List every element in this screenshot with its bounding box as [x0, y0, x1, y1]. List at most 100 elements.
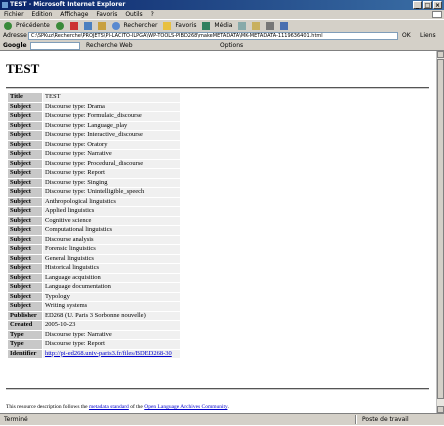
menu-favorites[interactable]: Favoris	[96, 11, 117, 18]
menu-help[interactable]: ?	[151, 11, 154, 18]
metadata-key: Subject	[8, 102, 42, 111]
home-icon[interactable]	[97, 21, 106, 30]
metadata-row: Subject Discourse type: Language_play	[8, 121, 180, 130]
menu-edit[interactable]: Edition	[32, 11, 53, 18]
metadata-key: Subject	[8, 216, 42, 225]
metadata-row: Subject Discourse type: Oratory	[8, 140, 180, 149]
metadata-key: Subject	[8, 207, 42, 216]
minimize-button[interactable]: _	[413, 1, 422, 9]
metadata-value: Discourse type: Language_play	[43, 121, 180, 130]
metadata-value: Applied linguistics	[43, 207, 180, 216]
metadata-key: Subject	[8, 112, 42, 121]
page-content: TEST Title TEST Subject Discourse type: Dra…	[0, 51, 436, 413]
refresh-icon[interactable]	[83, 21, 92, 30]
metadata-key: Subject	[8, 264, 42, 273]
metadata-key: Subject	[8, 235, 42, 244]
metadata-row: Subject Forensic linguistics	[8, 245, 180, 254]
standard-toolbar: Précédente Rechercher Favoris Média	[0, 19, 444, 31]
metadata-value: Discourse type: Narrative	[43, 330, 180, 339]
metadata-key: Subject	[8, 226, 42, 235]
metadata-value: Discourse type: Narrative	[43, 150, 180, 159]
address-input[interactable]: C:\SPKuz\Recherche\PROJETS\PI-LACITO-ILP…	[28, 32, 398, 40]
metadata-key: Subject	[8, 159, 42, 168]
metadata-key: Publisher	[8, 311, 42, 320]
scroll-thumb[interactable]	[437, 59, 444, 399]
print-icon[interactable]	[266, 21, 275, 30]
metadata-value: 2005-10-23	[43, 321, 180, 330]
media-button[interactable]: Média	[214, 22, 232, 29]
metadata-key: Subject	[8, 283, 42, 292]
metadata-row: Identifier http://pi-ed268.univ-paris3.fr…	[8, 349, 180, 358]
bottom-divider	[6, 388, 429, 390]
metadata-key: Subject	[8, 169, 42, 178]
metadata-value: Discourse type: Procedural_discourse	[43, 159, 180, 168]
menu-file[interactable]: Fichier	[4, 11, 24, 18]
metadata-row: Subject Applied linguistics	[8, 207, 180, 216]
metadata-row: Subject Discourse type: Interactive_disco…	[8, 131, 180, 140]
footer-suffix: .	[227, 404, 229, 410]
metadata-key: Subject	[8, 302, 42, 311]
metadata-key: Type	[8, 340, 42, 349]
metadata-value: Historical linguistics	[43, 264, 180, 273]
back-button[interactable]: Précédente	[16, 22, 50, 29]
vertical-scrollbar[interactable]	[436, 51, 444, 413]
metadata-value: Discourse type: Formulaic_discourse	[43, 112, 180, 121]
metadata-row: Subject Discourse type: Unintelligible_sp…	[8, 188, 180, 197]
go-button[interactable]: OK	[402, 31, 411, 41]
metadata-key: Title	[8, 93, 42, 102]
metadata-value: http://pi-ed268.univ-paris3.fr/files/BDE…	[43, 349, 180, 358]
menu-tools[interactable]: Outils	[125, 11, 142, 18]
metadata-key: Subject	[8, 131, 42, 140]
close-button[interactable]: ×	[433, 1, 442, 9]
scroll-up-arrow-icon[interactable]	[437, 51, 444, 58]
metadata-standard-link[interactable]: metadata standard	[89, 404, 129, 410]
identifier-link[interactable]: http://pi-ed268.univ-paris3.fr/files/BDE…	[45, 350, 172, 357]
metadata-row: Subject Discourse type: Report	[8, 169, 180, 178]
mail-icon[interactable]	[252, 21, 261, 30]
metadata-key: Identifier	[8, 349, 42, 358]
metadata-row: Type Discourse type: Report	[8, 340, 180, 349]
google-search-input[interactable]	[30, 42, 80, 50]
favorites-star-icon[interactable]	[163, 21, 172, 30]
metadata-row: Subject General linguistics	[8, 254, 180, 263]
metadata-key: Subject	[8, 254, 42, 263]
metadata-row: Subject Cognitive science	[8, 216, 180, 225]
metadata-key: Subject	[8, 150, 42, 159]
metadata-key: Subject	[8, 178, 42, 187]
olac-link[interactable]: Open Language Archives Community	[144, 404, 227, 410]
status-bar: Terminé Poste de travail	[0, 413, 444, 425]
metadata-row: Subject Discourse analysis	[8, 235, 180, 244]
ie-logo-icon	[2, 2, 8, 8]
metadata-row: Subject Computational linguistics	[8, 226, 180, 235]
metadata-value: Forensic linguistics	[43, 245, 180, 254]
forward-arrow-icon[interactable]	[55, 21, 64, 30]
back-arrow-icon[interactable]	[4, 21, 12, 30]
links-button[interactable]: Liens	[420, 31, 436, 41]
maximize-button[interactable]: □	[423, 1, 432, 9]
google-search-button[interactable]: Recherche Web	[86, 41, 133, 51]
search-button[interactable]: Rechercher	[124, 22, 158, 29]
page-title: TEST	[6, 61, 40, 76]
metadata-row: Subject Language acquisition	[8, 273, 180, 282]
metadata-table: Title TEST Subject Discourse type: Drama Sub…	[7, 92, 181, 359]
google-options-button[interactable]: Options	[220, 41, 243, 51]
metadata-value: Discourse type: Drama	[43, 102, 180, 111]
stop-icon[interactable]	[69, 21, 78, 30]
search-icon[interactable]	[111, 21, 120, 30]
media-icon[interactable]	[202, 21, 211, 30]
menu-view[interactable]: Affichage	[60, 11, 88, 18]
edit-icon[interactable]	[280, 21, 289, 30]
metadata-key: Subject	[8, 245, 42, 254]
top-divider	[6, 87, 429, 89]
metadata-key: Subject	[8, 197, 42, 206]
scroll-down-arrow-icon[interactable]	[437, 406, 444, 413]
history-icon[interactable]	[238, 21, 247, 30]
metadata-row: Subject Historical linguistics	[8, 264, 180, 273]
metadata-row: Subject Discourse type: Singing	[8, 178, 180, 187]
metadata-row: Publisher ED268 (U. Paris 3 Sorbonne nouv…	[8, 311, 180, 320]
favorites-button[interactable]: Favoris	[175, 22, 196, 29]
metadata-value: Language documentation	[43, 283, 180, 292]
address-bar: Adresse C:\SPKuz\Recherche\PROJETS\PI-LA…	[0, 31, 444, 41]
metadata-value: Discourse analysis	[43, 235, 180, 244]
metadata-key: Created	[8, 321, 42, 330]
